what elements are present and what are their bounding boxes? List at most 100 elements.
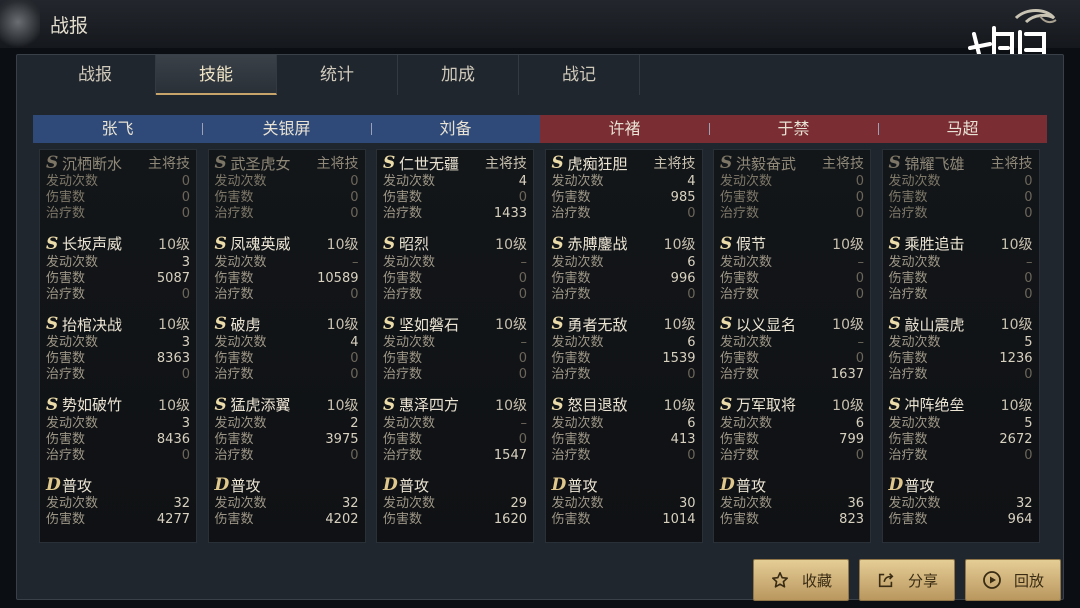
- share-button[interactable]: 分享: [859, 559, 955, 601]
- skill-entry[interactable]: S 以义显名 10级 发动次数 – 伤害数 0 治疗数 1637: [720, 313, 864, 394]
- stat-label: 伤害数: [720, 512, 760, 527]
- stat-row: 伤害数 0: [383, 271, 527, 287]
- skill-name: 以义显名: [736, 315, 797, 334]
- stat-value: 6: [687, 254, 696, 270]
- stat-row: 发动次数 –: [215, 255, 359, 271]
- skill-grade: S: [46, 153, 59, 173]
- stat-value: 0: [855, 206, 864, 221]
- skill-level-tag: 10级: [495, 397, 527, 414]
- stat-row: 治疗数 0: [552, 287, 696, 303]
- stat-row: 伤害数 0: [720, 271, 864, 287]
- skill-entry[interactable]: S 坚如磐石 10级 发动次数 – 伤害数 0 治疗数 0: [383, 313, 527, 394]
- skill-level-tag: 10级: [326, 236, 359, 253]
- skill-name: 普攻: [230, 476, 261, 495]
- skill-name: 仁世无疆: [399, 154, 460, 173]
- skill-entry[interactable]: D 普攻 发动次数 32 伤害数 964: [889, 474, 1033, 555]
- stat-value: 0: [518, 431, 527, 447]
- skill-entry[interactable]: S 势如破竹 10级 发动次数 3 伤害数 8436 治疗数 0: [46, 394, 190, 475]
- stat-value: 5087: [156, 270, 190, 286]
- skill-header: S 赤膊鏖战 10级: [552, 233, 696, 255]
- stat-label: 发动次数: [551, 254, 604, 270]
- stat-label: 伤害数: [551, 270, 591, 286]
- skill-entry[interactable]: S 赤膊鏖战 10级 发动次数 6 伤害数 996 治疗数 0: [552, 233, 696, 314]
- stat-label: 治疗数: [888, 447, 928, 463]
- skill-level-tag: 10级: [1000, 397, 1033, 414]
- skill-entry[interactable]: S 仁世无疆 主将技 发动次数 4 伤害数 0 治疗数 1433: [383, 152, 527, 233]
- skill-level-tag: 10级: [832, 317, 864, 333]
- stat-row: 发动次数 –: [383, 416, 527, 432]
- stat-label: 发动次数: [383, 496, 436, 511]
- skill-entry[interactable]: D 普攻 发动次数 30 伤害数 1014: [552, 474, 696, 555]
- skill-entry[interactable]: S 锦耀飞雄 主将技 发动次数 0 伤害数 0 治疗数 0: [889, 152, 1033, 233]
- skill-name: 乘胜追击: [904, 235, 965, 253]
- hero-skill-column: S 锦耀飞雄 主将技 发动次数 0 伤害数 0 治疗数 0 S 乘胜追击 10级 发动次数 – 伤害数 0 治疗…: [881, 149, 1040, 543]
- skill-header: S 势如破竹 10级: [46, 394, 190, 416]
- stat-label: 治疗数: [551, 206, 591, 221]
- replay-button[interactable]: 回放: [965, 559, 1061, 601]
- stat-label: 发动次数: [551, 496, 604, 511]
- tab-1[interactable]: 技能: [156, 55, 277, 95]
- stat-label: 伤害数: [383, 351, 423, 366]
- skill-entry[interactable]: S 沉栖断水 主将技 发动次数 0 伤害数 0 治疗数 0: [46, 152, 190, 233]
- skill-header: S 仁世无疆 主将技: [383, 152, 527, 174]
- skill-entry[interactable]: S 冲阵绝垒 10级 发动次数 5 伤害数 2672 治疗数 0: [889, 394, 1033, 475]
- skill-level-tag: 10级: [158, 317, 190, 333]
- skill-entry[interactable]: S 凤魂英威 10级 发动次数 – 伤害数 10589 治疗数 0: [215, 233, 359, 314]
- skill-header: S 敲山震虎 10级: [889, 313, 1033, 335]
- stat-label: 治疗数: [551, 286, 591, 302]
- stat-value: 0: [687, 367, 696, 382]
- skill-grade: S: [383, 314, 396, 334]
- skill-entry[interactable]: S 万军取将 10级 发动次数 6 伤害数 799 治疗数 0: [720, 394, 864, 475]
- stat-value: 2: [350, 415, 359, 431]
- stat-row: 伤害数 0: [889, 190, 1033, 206]
- skill-entry[interactable]: S 怒目退敌 10级 发动次数 6 伤害数 413 治疗数 0: [552, 394, 696, 475]
- skill-header: D 普攻: [383, 474, 527, 496]
- skill-grade: S: [720, 233, 733, 254]
- skill-entry[interactable]: S 武圣虎女 主将技 发动次数 0 伤害数 0 治疗数 0: [215, 152, 359, 233]
- skill-entry[interactable]: S 昭烈 10级 发动次数 – 伤害数 0 治疗数 0: [383, 233, 527, 314]
- stat-label: 伤害数: [46, 351, 86, 366]
- skill-entry[interactable]: S 猛虎添翼 10级 发动次数 2 伤害数 3975 治疗数 0: [215, 394, 359, 475]
- skill-grade: S: [383, 233, 396, 254]
- tab-4[interactable]: 战记: [519, 55, 640, 95]
- stat-value: –: [520, 335, 528, 350]
- tab-3[interactable]: 加成: [398, 55, 519, 95]
- skill-entry[interactable]: S 敲山震虎 10级 发动次数 5 伤害数 1236 治疗数 0: [889, 313, 1033, 394]
- stat-value: 10589: [317, 270, 359, 286]
- skill-name: 勇者无敌: [567, 315, 628, 334]
- stat-row: 伤害数 2672: [889, 432, 1033, 448]
- skill-header: S 虎痴狂胆 主将技: [552, 152, 696, 174]
- stat-value: 0: [350, 367, 359, 382]
- skill-level-tag: 主将技: [316, 156, 359, 172]
- skill-entry[interactable]: S 假节 10级 发动次数 – 伤害数 0 治疗数 0: [720, 233, 864, 314]
- skill-header: S 勇者无敌 10级: [552, 313, 696, 335]
- skill-entry[interactable]: S 勇者无敌 10级 发动次数 6 伤害数 1539 治疗数 0: [552, 313, 696, 394]
- skill-header: S 凤魂英威 10级: [215, 233, 359, 255]
- skill-entry[interactable]: S 乘胜追击 10级 发动次数 – 伤害数 0 治疗数 0: [889, 233, 1033, 314]
- skill-entry[interactable]: S 抬棺决战 10级 发动次数 3 伤害数 8363 治疗数 0: [46, 313, 190, 394]
- stat-label: 伤害数: [46, 270, 86, 286]
- skill-entry[interactable]: D 普攻 发动次数 32 伤害数 4277: [46, 474, 190, 555]
- hero-header-row: 张飞 关银屏 刘备 许褚 于禁 马超: [33, 115, 1049, 143]
- skill-entry[interactable]: S 惠泽四方 10级 发动次数 – 伤害数 0 治疗数 1547: [383, 394, 527, 475]
- skill-entry[interactable]: D 普攻 发动次数 29 伤害数 1620: [383, 474, 527, 555]
- skill-entry[interactable]: S 洪毅奋武 主将技 发动次数 0 伤害数 0 治疗数 0: [720, 152, 864, 233]
- favorite-button[interactable]: 收藏: [753, 559, 849, 601]
- skill-name: 虎痴狂胆: [567, 154, 628, 173]
- hero-name-header: 张飞: [33, 115, 202, 143]
- tab-0[interactable]: 战报: [35, 55, 156, 95]
- skill-entry[interactable]: S 虎痴狂胆 主将技 发动次数 4 伤害数 985 治疗数 0: [552, 152, 696, 233]
- stat-value: 0: [1024, 174, 1033, 189]
- skill-name: 惠泽四方: [399, 396, 460, 414]
- stat-row: 治疗数 0: [383, 367, 527, 383]
- stat-row: 伤害数 1236: [889, 351, 1033, 367]
- skill-entry[interactable]: D 普攻 发动次数 32 伤害数 4202: [215, 474, 359, 555]
- skill-entry[interactable]: D 普攻 发动次数 36 伤害数 823: [720, 474, 864, 555]
- skill-grade: S: [551, 314, 564, 334]
- tab-2[interactable]: 统计: [277, 55, 398, 95]
- skill-entry[interactable]: S 破虏 10级 发动次数 4 伤害数 0 治疗数 0: [215, 313, 359, 394]
- skill-header: D 普攻: [720, 474, 864, 496]
- skill-entry[interactable]: S 长坂声威 10级 发动次数 3 伤害数 5087 治疗数 0: [46, 233, 190, 314]
- stat-label: 伤害数: [888, 270, 928, 286]
- stat-label: 发动次数: [888, 174, 941, 189]
